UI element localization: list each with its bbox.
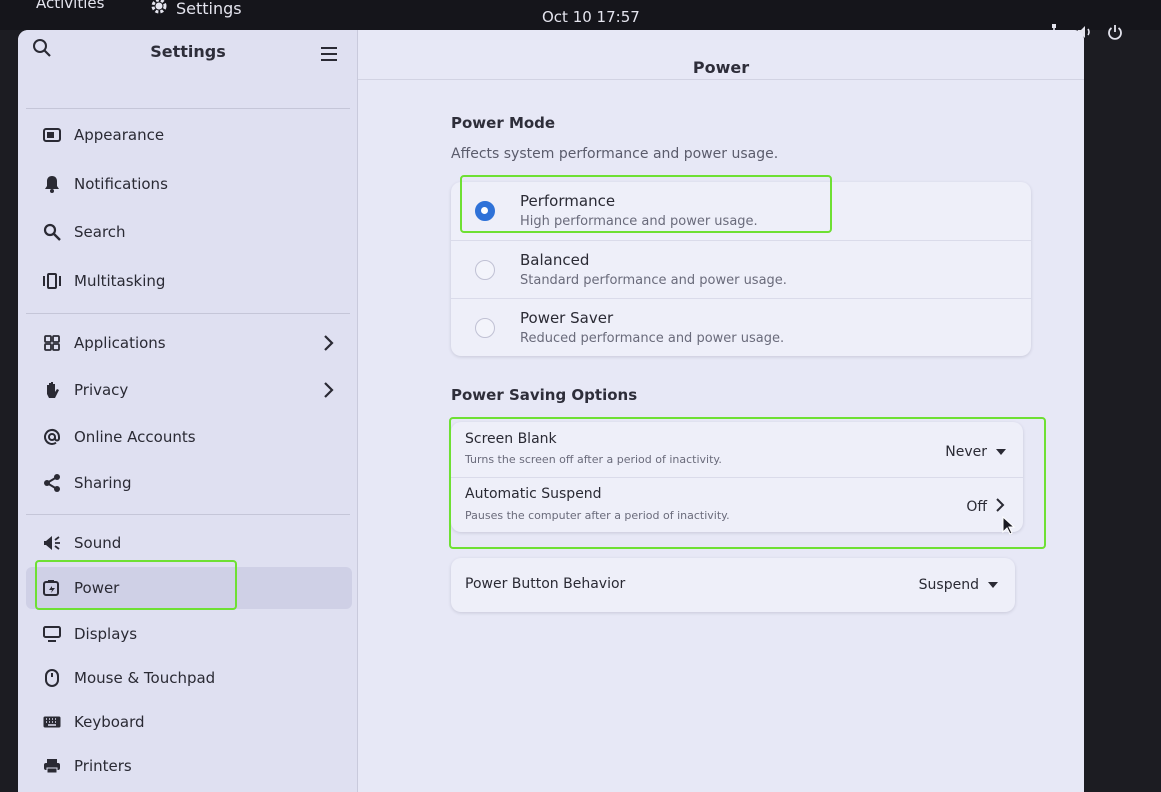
gear-icon (150, 0, 168, 19)
sidebar-item-applications[interactable]: Applications (26, 322, 352, 364)
sidebar-item-search[interactable]: Search (26, 211, 352, 253)
speaker-icon (42, 533, 62, 553)
hamburger-menu-icon[interactable] (320, 46, 340, 66)
power-button-value: Suspend (918, 577, 979, 593)
sidebar-item-printers[interactable]: Printers (26, 745, 352, 787)
app-menu[interactable]: Settings (150, 0, 242, 19)
divider (26, 514, 350, 515)
page-title: Power (692, 58, 750, 77)
power-mode-subtitle: Affects system performance and power usa… (451, 146, 779, 162)
power-menu-icon[interactable] (1107, 24, 1123, 40)
sidebar-item-label: Power (74, 579, 120, 597)
dropdown-arrow-icon (995, 444, 1007, 460)
chevron-right-icon (322, 381, 336, 399)
power-button-card[interactable]: Power Button Behavior Suspend (451, 558, 1015, 612)
sidebar-header: Settings (18, 30, 358, 78)
sidebar-item-appearance[interactable]: Appearance (26, 114, 352, 156)
sidebar-item-label: Multitasking (74, 272, 166, 290)
option-title: Power Saver (520, 309, 614, 327)
automatic-suspend-subtitle: Pauses the computer after a period of in… (465, 509, 730, 522)
sidebar-item-displays[interactable]: Displays (26, 613, 352, 655)
main-panel: Power Power Mode Affects system performa… (358, 30, 1084, 792)
option-subtitle: High performance and power usage. (520, 214, 758, 229)
chevron-right-icon (322, 334, 336, 352)
divider (26, 313, 350, 314)
sidebar-item-keyboard[interactable]: Keyboard (26, 701, 352, 743)
sidebar-item-label: Appearance (74, 126, 165, 144)
sidebar: Settings Appearance Notifications Search… (18, 30, 358, 792)
top-bar: Activities Settings Oct 10 17:57 (0, 0, 1161, 40)
radio-performance[interactable] (475, 201, 495, 221)
sidebar-item-privacy[interactable]: Privacy (26, 369, 352, 411)
sidebar-item-label: Search (74, 223, 126, 241)
option-subtitle: Standard performance and power usage. (520, 273, 787, 288)
automatic-suspend-value-button[interactable]: Off (966, 498, 1005, 516)
multitasking-icon (42, 271, 62, 291)
sidebar-item-power[interactable]: Power (26, 567, 352, 609)
appearance-icon (42, 125, 62, 145)
screen-blank-dropdown[interactable]: Never (945, 444, 1007, 460)
power-saving-card: Screen Blank Turns the screen off after … (451, 422, 1023, 532)
mouse-icon (42, 668, 62, 688)
battery-icon (42, 578, 62, 598)
sidebar-item-label: Privacy (74, 381, 129, 399)
printer-icon (42, 756, 62, 776)
hand-icon (42, 380, 62, 400)
screen-blank-subtitle: Turns the screen off after a period of i… (465, 453, 722, 466)
sidebar-item-label: Online Accounts (74, 428, 196, 446)
option-subtitle: Reduced performance and power usage. (520, 331, 785, 346)
dropdown-arrow-icon (987, 577, 999, 593)
automatic-suspend-value: Off (966, 499, 987, 515)
settings-window: Settings Appearance Notifications Search… (18, 30, 1084, 792)
screen-blank-value: Never (945, 444, 987, 460)
radio-power-saver[interactable] (475, 318, 495, 338)
activities-button[interactable]: Activities (36, 0, 104, 12)
search-icon (42, 222, 62, 242)
sidebar-title: Settings (150, 42, 226, 61)
screen-blank-row[interactable]: Screen Blank Turns the screen off after … (451, 422, 1023, 477)
share-icon (42, 473, 62, 493)
sidebar-item-sound[interactable]: Sound (26, 522, 352, 564)
monitor-icon (42, 624, 62, 644)
sidebar-item-label: Sharing (74, 474, 132, 492)
main-header: Power (358, 30, 1084, 80)
power-button-dropdown[interactable]: Suspend (919, 577, 999, 593)
sidebar-item-label: Mouse & Touchpad (74, 669, 216, 687)
option-title: Performance (520, 192, 616, 210)
power-button-title: Power Button Behavior (465, 576, 626, 592)
sidebar-item-label: Notifications (74, 175, 168, 193)
power-mode-card: Performance High performance and power u… (451, 182, 1031, 356)
sidebar-item-label: Sound (74, 534, 122, 552)
clock[interactable]: Oct 10 17:57 (542, 8, 640, 26)
sidebar-item-label: Printers (74, 757, 132, 775)
sidebar-item-label: Displays (74, 625, 138, 643)
automatic-suspend-title: Automatic Suspend (465, 486, 602, 502)
power-mode-option-performance[interactable]: Performance High performance and power u… (451, 182, 1031, 240)
bell-icon (42, 174, 62, 194)
sidebar-item-label: Keyboard (74, 713, 145, 731)
keyboard-icon (42, 712, 62, 732)
sidebar-item-label: Applications (74, 334, 166, 352)
chevron-right-icon (995, 498, 1005, 516)
automatic-suspend-row[interactable]: Automatic Suspend Pauses the computer af… (451, 477, 1023, 532)
divider (26, 108, 350, 109)
mouse-cursor-icon (1002, 515, 1016, 540)
power-saving-title: Power Saving Options (451, 386, 638, 404)
radio-balanced[interactable] (475, 260, 495, 280)
sidebar-item-mouse-touchpad[interactable]: Mouse & Touchpad (26, 657, 352, 699)
sidebar-item-multitasking[interactable]: Multitasking (26, 260, 352, 302)
sidebar-item-sharing[interactable]: Sharing (26, 462, 352, 504)
power-mode-option-power-saver[interactable]: Power Saver Reduced performance and powe… (451, 298, 1031, 356)
app-name: Settings (176, 0, 242, 18)
power-mode-title: Power Mode (451, 114, 556, 132)
screen-blank-title: Screen Blank (465, 431, 557, 447)
option-title: Balanced (520, 251, 590, 269)
grid-icon (42, 333, 62, 353)
at-icon (42, 427, 62, 447)
power-mode-option-balanced[interactable]: Balanced Standard performance and power … (451, 240, 1031, 298)
sidebar-item-online-accounts[interactable]: Online Accounts (26, 416, 352, 458)
sidebar-item-notifications[interactable]: Notifications (26, 163, 352, 205)
